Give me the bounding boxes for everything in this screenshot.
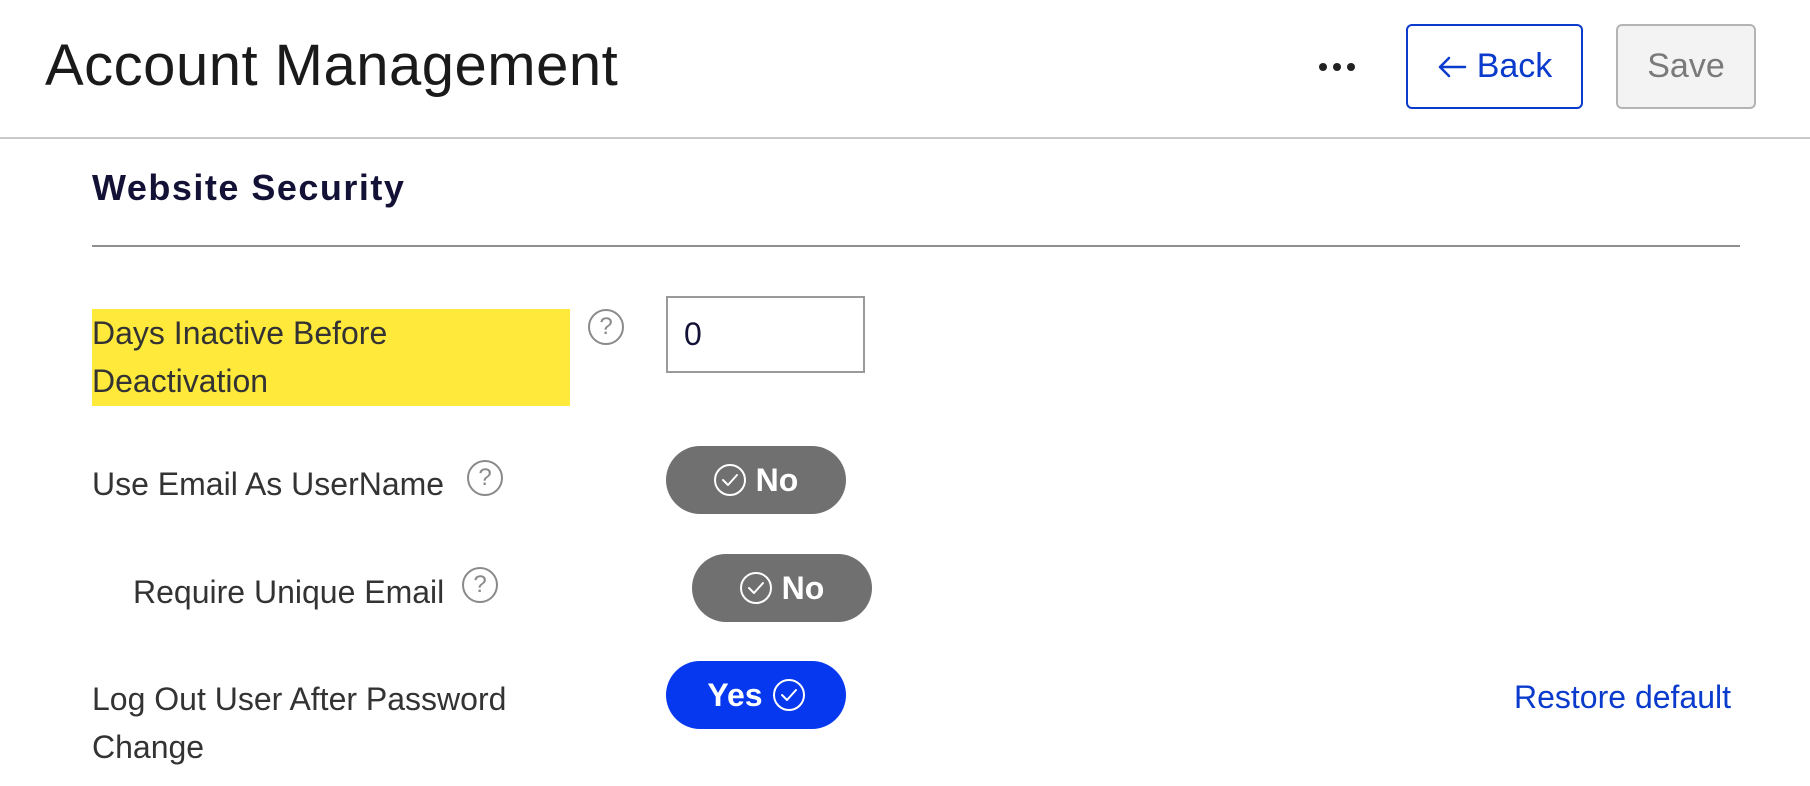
check-circle-icon (713, 464, 746, 496)
more-options-button[interactable] (1308, 44, 1366, 90)
arrow-left-icon (1438, 56, 1466, 77)
save-button-label: Save (1647, 47, 1725, 85)
logout-after-password-toggle[interactable]: Yes (666, 661, 846, 729)
restore-default-link[interactable]: Restore default (1514, 673, 1731, 721)
save-button[interactable]: Save (1616, 24, 1756, 109)
back-button[interactable]: Back (1406, 24, 1583, 109)
ellipsis-icon (1319, 63, 1327, 71)
back-button-label: Back (1476, 47, 1553, 85)
days-inactive-label: Days Inactive Before Deactivation (92, 309, 570, 406)
days-inactive-help-icon[interactable]: ? (588, 309, 624, 345)
require-unique-email-toggle[interactable]: No (692, 554, 872, 622)
logout-after-password-toggle-label: Yes (707, 676, 763, 713)
section-title: Website Security (92, 167, 406, 208)
days-inactive-input[interactable] (666, 296, 865, 373)
email-as-username-label: Use Email As UserName (92, 466, 445, 502)
page-title: Account Management (45, 33, 619, 98)
require-unique-email-label: Require Unique Email (133, 574, 445, 610)
check-circle-icon (739, 572, 772, 604)
email-as-username-toggle[interactable]: No (666, 446, 846, 514)
page-header: Account Management Back Save (0, 0, 1810, 139)
email-as-username-help-icon[interactable]: ? (467, 460, 503, 496)
require-unique-email-toggle-label: No (781, 569, 825, 606)
require-unique-email-help-icon[interactable]: ? (462, 567, 498, 603)
check-circle-icon (772, 679, 805, 711)
email-as-username-toggle-label: No (755, 461, 799, 498)
logout-after-password-label: Log Out User After Password Change (92, 681, 507, 765)
section-divider (92, 245, 1740, 247)
